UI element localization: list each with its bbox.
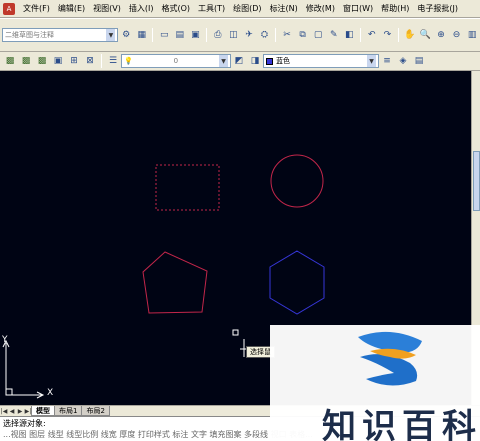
menu-draw[interactable]: 绘图(D) [229,0,265,18]
menu-view[interactable]: 视图(V) [89,0,125,18]
toolbar-separator [275,28,277,42]
chevron-down-icon[interactable]: ▼ [106,29,116,41]
color-selection: 蓝色 [266,56,290,66]
standard-toolbar: 二维草图与注释 ▼ ⚙ ▦ ▭ ▤ ▣ ⎙ ◫ ✈ ⛭ ✂ ⧉ ▢ ✎ ◧ ↶ … [0,18,480,52]
paste-icon[interactable]: ▢ [311,28,325,42]
toolbar-separator [398,28,400,42]
tab-prev-icon[interactable]: ◀ [8,406,16,416]
copy-icon[interactable]: ⧉ [296,28,310,42]
ucs-previous-icon[interactable]: ▩ [35,54,49,68]
layer-dropdown[interactable]: 💡 0 ▼ [121,54,231,68]
watermark-text: 知识百科 [322,407,480,441]
print-preview-icon[interactable]: ◫ [227,28,241,42]
toolbar-separator [152,28,154,42]
redo-icon[interactable]: ↷ [381,28,395,42]
menu-tools[interactable]: 工具(T) [194,0,229,18]
layers-toolbar: ▩ ▩ ▩ ▣ ⊞ ⊠ ☰ 💡 0 ▼ ◩ ◨ 蓝色 ▼ ≡ ◈ ▤ [0,52,480,71]
workspace-settings-icon[interactable]: ⚙ [119,28,133,42]
linetype-icon[interactable]: ≡ [380,54,394,68]
color-dropdown[interactable]: 蓝色 ▼ [263,54,379,68]
layer-manager-icon[interactable]: ☰ [106,54,120,68]
toolbar-separator [101,54,102,68]
ucs-world-icon[interactable]: ▩ [19,54,33,68]
layer-on-icon: 💡 [124,57,133,65]
publish-icon[interactable]: ✈ [242,28,256,42]
plot-style-icon[interactable]: ◈ [396,54,410,68]
make-current-layer-icon[interactable]: ◩ [232,54,246,68]
menu-edit[interactable]: 编辑(E) [54,0,89,18]
scrollbar-thumb[interactable] [473,151,480,211]
ucs-x-label: X [47,388,54,398]
ucs-y-label: Y [2,335,8,345]
menu-modify[interactable]: 修改(M) [302,0,339,18]
properties-icon[interactable]: ▥ [465,28,479,42]
menu-bar: A 文件(F) 编辑(E) 视图(V) 插入(I) 格式(O) 工具(T) 绘图… [0,0,480,18]
named-ucs-icon[interactable]: ▣ [51,54,65,68]
block-editor-icon[interactable]: ◧ [342,28,356,42]
menu-help[interactable]: 帮助(H) [377,0,413,18]
layer-value: 0 [173,57,179,65]
print-icon[interactable]: ⎙ [211,28,225,42]
undo-icon[interactable]: ↶ [365,28,379,42]
menu-e-approval[interactable]: 电子报批(J) [413,0,462,18]
workspace-dropdown[interactable]: 二维草图与注释 ▼ [2,28,119,42]
menu-format[interactable]: 格式(O) [157,0,194,18]
menu-insert[interactable]: 插入(I) [125,0,158,18]
workspace-value: 二维草图与注释 [5,31,54,39]
tab-model[interactable]: 模型 [31,406,55,416]
zoom-previous-icon[interactable]: ⊖ [450,28,464,42]
hexagon-shape[interactable] [269,250,325,315]
color-swatch [266,57,273,65]
toolbar-separator [206,28,208,42]
toolbar-separator [360,28,362,42]
menu-window[interactable]: 窗口(W) [339,0,377,18]
app-logo-icon[interactable]: A [3,2,15,15]
ucs-icon[interactable]: ▩ [3,54,17,68]
zoom-realtime-icon[interactable]: 🔍 [419,28,433,42]
layer-previous-icon[interactable]: ◨ [248,54,262,68]
open-folder-icon[interactable]: ▤ [173,28,187,42]
watermark-overlay: 知识百科 [270,325,480,441]
zoom-window-icon[interactable]: ⊕ [434,28,448,42]
new-file-icon[interactable]: ▭ [157,28,171,42]
ucs-origin-icon[interactable]: ⊞ [67,54,81,68]
dashed-rectangle[interactable] [155,164,220,211]
plot-icon[interactable]: ⛭ [258,28,272,42]
cut-icon[interactable]: ✂ [280,28,294,42]
match-properties-icon[interactable]: ✎ [327,28,341,42]
ucs-zaxis-icon[interactable]: ⊠ [83,54,97,68]
chevron-down-icon[interactable]: ▼ [367,55,376,67]
save-icon[interactable]: ▣ [189,28,203,42]
lineweight-icon[interactable]: ▤ [412,54,426,68]
pan-icon[interactable]: ✋ [403,28,417,42]
tab-layout1[interactable]: 布局1 [54,406,83,416]
pentagon-shape[interactable] [142,251,208,314]
tab-layout2[interactable]: 布局2 [81,406,110,416]
circle-shape[interactable] [270,154,324,208]
watermark-logo-icon [358,331,422,386]
workspace-grid-icon[interactable]: ▦ [135,28,149,42]
tab-next-icon[interactable]: ▶ [16,406,24,416]
tab-first-icon[interactable]: |◀ [0,406,8,416]
color-value: 蓝色 [276,57,290,65]
menu-dimension[interactable]: 标注(N) [266,0,302,18]
menu-file[interactable]: 文件(F) [19,0,54,18]
chevron-down-icon[interactable]: ▼ [219,55,228,67]
